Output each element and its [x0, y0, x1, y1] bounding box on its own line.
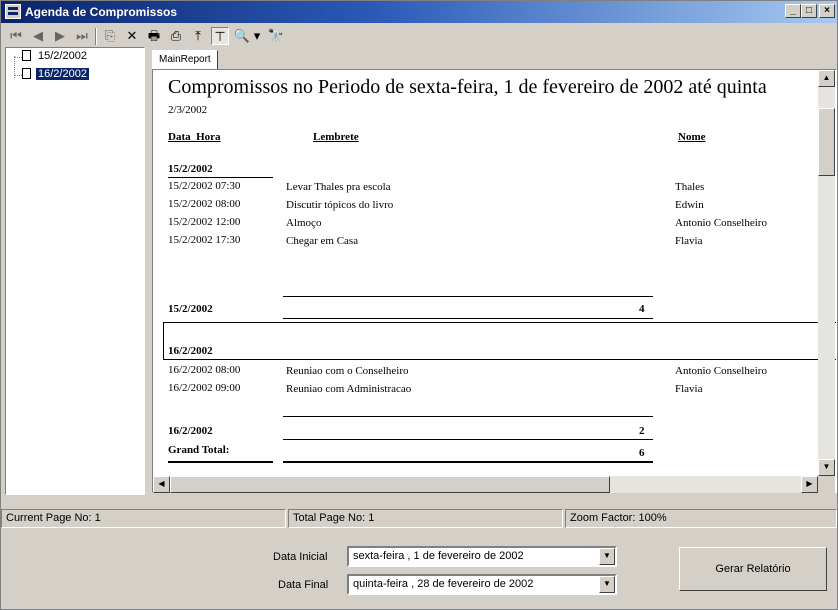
row-datetime: 15/2/2002 07:30 — [168, 180, 241, 192]
horizontal-scrollbar[interactable]: ◀ ▶ — [153, 476, 818, 493]
group-underline — [168, 359, 273, 360]
row-name: Antonio Conselheiro — [675, 217, 767, 229]
zoom-factor-status: Zoom Factor: 100% — [565, 509, 837, 528]
goto-page-icon[interactable]: ⎘ — [101, 27, 119, 45]
grand-total-value: 6 — [639, 447, 645, 459]
column-header-datetime: Data_Hora — [168, 131, 221, 143]
tree-line — [14, 75, 22, 76]
row-datetime: 16/2/2002 09:00 — [168, 382, 241, 394]
refresh-icon[interactable]: ⤒ — [189, 27, 207, 45]
group-header: 15/2/2002 — [168, 163, 213, 175]
tab-mainreport[interactable]: MainReport — [152, 50, 218, 70]
scroll-corner — [818, 476, 835, 493]
grand-total-line — [283, 461, 653, 463]
column-header-name: Nome — [678, 131, 706, 143]
scroll-right-icon[interactable]: ▶ — [801, 476, 818, 493]
end-date-picker[interactable]: quinta-feira , 28 de fevereiro de 2002 ▼ — [347, 574, 617, 595]
row-datetime: 15/2/2002 17:30 — [168, 234, 241, 246]
group-tree[interactable]: 15/2/2002 16/2/2002 — [5, 47, 145, 495]
close-button[interactable]: × — [819, 4, 835, 18]
document-icon — [22, 68, 31, 79]
group-footer: 15/2/2002 — [168, 303, 213, 315]
end-date-label: Data Final — [278, 579, 329, 591]
group-count: 4 — [639, 303, 645, 315]
export-icon[interactable]: ⎙ — [167, 27, 185, 45]
title-bar[interactable]: Agenda de Compromissos _ □ × — [1, 1, 837, 23]
row-name: Antonio Conselheiro — [675, 365, 767, 377]
row-name: Flavia — [675, 235, 703, 247]
tree-line — [14, 57, 22, 58]
status-bar: Current Page No: 1 Total Page No: 1 Zoom… — [1, 509, 837, 529]
scroll-up-icon[interactable]: ▲ — [818, 70, 835, 87]
row-reminder: Reuniao com Administracao — [286, 383, 412, 395]
report-date: 2/3/2002 — [168, 104, 208, 116]
chevron-down-icon[interactable]: ▼ — [599, 576, 615, 593]
group-footer: 16/2/2002 — [168, 425, 213, 437]
subtotal-line — [283, 296, 653, 297]
column-header-reminder: Lembrete — [313, 131, 359, 143]
subtotal-underline — [283, 439, 653, 440]
window-title: Agenda de Compromissos — [25, 5, 178, 19]
row-reminder: Reuniao com o Conselheiro — [286, 365, 409, 377]
maximize-button[interactable]: □ — [801, 4, 817, 18]
group-header: 16/2/2002 — [168, 345, 213, 357]
group-count: 2 — [639, 425, 645, 437]
minimize-button[interactable]: _ — [785, 4, 801, 18]
toggle-tree-icon[interactable]: ⊤ — [211, 27, 229, 45]
report-title: Compromissos no Periodo de sexta-feira, … — [168, 76, 767, 98]
row-name: Thales — [675, 181, 705, 193]
document-icon — [22, 50, 31, 61]
chevron-down-icon[interactable]: ▼ — [599, 548, 615, 565]
subtotal-line — [283, 416, 653, 417]
row-name: Flavia — [675, 383, 703, 395]
toolbar-separator — [95, 28, 97, 45]
close-report-icon[interactable]: ✕ — [123, 27, 141, 45]
tree-item-15-2-2002[interactable]: 15/2/2002 — [22, 49, 89, 65]
zoom-dropdown-icon[interactable]: ▾ — [251, 27, 263, 45]
app-window: Agenda de Compromissos _ □ × ⏮ ◀ ▶ ⏭ ⎘ ✕… — [0, 0, 838, 610]
first-page-icon[interactable]: ⏮ — [7, 27, 25, 45]
grand-total-label: Grand Total: — [168, 444, 230, 456]
scroll-left-icon[interactable]: ◀ — [153, 476, 170, 493]
generate-report-button[interactable]: Gerar Relatório — [679, 547, 827, 591]
group-underline — [168, 177, 273, 178]
grand-total-underline — [168, 461, 273, 463]
row-reminder: Discutir tópicos do livro — [286, 199, 394, 211]
row-reminder: Almoço — [286, 217, 322, 229]
row-reminder: Chegar em Casa — [286, 235, 359, 247]
report-viewer[interactable]: Compromissos no Periodo de sexta-feira, … — [152, 69, 837, 493]
prev-page-icon[interactable]: ◀ — [29, 27, 47, 45]
print-icon[interactable]: 🖶 — [145, 27, 163, 45]
row-reminder: Levar Thales pra escola — [286, 181, 391, 193]
selected-group-box — [163, 322, 836, 360]
end-date-value: quinta-feira , 28 de fevereiro de 2002 — [353, 578, 534, 590]
toolbar: ⏮ ◀ ▶ ⏭ ⎘ ✕ 🖶 ⎙ ⤒ ⊤ 🔍 ▾ 🔭 — [1, 23, 837, 49]
tree-item-16-2-2002[interactable]: 16/2/2002 — [22, 67, 89, 83]
last-page-icon[interactable]: ⏭ — [73, 27, 91, 45]
horizontal-scroll-thumb[interactable] — [170, 476, 610, 493]
app-icon — [5, 4, 21, 19]
start-date-label: Data Inicial — [273, 551, 328, 563]
row-datetime: 16/2/2002 08:00 — [168, 364, 241, 376]
start-date-picker[interactable]: sexta-feira , 1 de fevereiro de 2002 ▼ — [347, 546, 617, 567]
current-page-status: Current Page No: 1 — [1, 509, 286, 528]
subtotal-underline — [283, 318, 653, 319]
next-page-icon[interactable]: ▶ — [51, 27, 69, 45]
zoom-icon[interactable]: 🔍 — [233, 27, 251, 45]
row-datetime: 15/2/2002 12:00 — [168, 216, 241, 228]
scroll-down-icon[interactable]: ▼ — [818, 459, 835, 476]
total-page-status: Total Page No: 1 — [288, 509, 563, 528]
row-datetime: 15/2/2002 08:00 — [168, 198, 241, 210]
row-name: Edwin — [675, 199, 704, 211]
vertical-scrollbar[interactable]: ▲ ▼ — [818, 70, 835, 476]
vertical-scroll-thumb[interactable] — [818, 108, 835, 176]
search-icon[interactable]: 🔭 — [267, 27, 285, 45]
start-date-value: sexta-feira , 1 de fevereiro de 2002 — [353, 550, 524, 562]
